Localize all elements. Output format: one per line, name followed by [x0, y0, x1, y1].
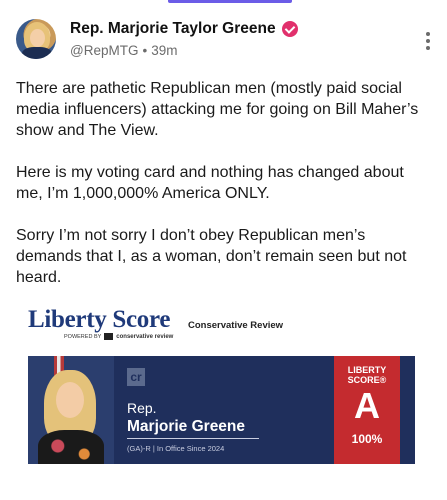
powered-by-brand: conservative review	[116, 333, 174, 340]
liberty-score-logo: Liberty Score	[28, 306, 171, 333]
ribbon-brand-line1: LIBERTY	[347, 365, 387, 375]
post-time[interactable]: 39m	[151, 43, 177, 58]
post-header: Rep. Marjorie Taylor Greene @RepMTG • 39…	[16, 14, 431, 64]
author-row: Rep. Marjorie Taylor Greene	[70, 20, 298, 38]
post-paragraph: Sorry I’m not sorry I don’t obey Republi…	[16, 227, 407, 286]
meta-separator: •	[142, 43, 148, 58]
score-grade: A	[354, 385, 380, 426]
powered-by: POWERED BY conservative review	[64, 333, 173, 340]
cr-badge: cr	[127, 368, 145, 386]
post-paragraph: There are pathetic Republican men (mostl…	[16, 80, 419, 139]
powered-by-label: POWERED BY	[64, 333, 102, 340]
voting-scorecard-image[interactable]: cr Rep. Marjorie Greene (GA)-R | In Offi…	[28, 356, 415, 464]
post-body: There are pathetic Republican men (mostl…	[16, 78, 432, 309]
score-percent: 100%	[351, 432, 383, 446]
score-ribbon: LIBERTY SCORE® A 100%	[334, 356, 400, 464]
verified-badge-icon	[281, 21, 298, 37]
avatar[interactable]	[16, 19, 56, 59]
more-vertical-icon[interactable]	[425, 32, 431, 50]
top-accent-bar	[168, 0, 292, 3]
post-paragraph: Here is my voting card and nothing has c…	[16, 164, 404, 202]
author-handle[interactable]: @RepMTG	[70, 43, 138, 58]
cr-logo-icon	[104, 333, 114, 340]
ribbon-brand-line2: SCORE®	[347, 375, 387, 385]
author-display-name[interactable]: Rep. Marjorie Taylor Greene	[70, 20, 276, 38]
publisher-name: Conservative Review	[188, 320, 284, 331]
scorecard-header: Liberty Score POWERED BY conservative re…	[28, 306, 420, 346]
representative-photo	[28, 356, 114, 464]
rep-title: Rep.	[127, 400, 157, 416]
rep-meta: (GA)-R | In Office Since 2024	[127, 444, 225, 453]
name-divider	[127, 438, 259, 439]
rep-name: Marjorie Greene	[127, 418, 246, 435]
ribbon-brand: LIBERTY SCORE®	[334, 365, 400, 385]
author-meta: @RepMTG • 39m	[70, 43, 177, 58]
